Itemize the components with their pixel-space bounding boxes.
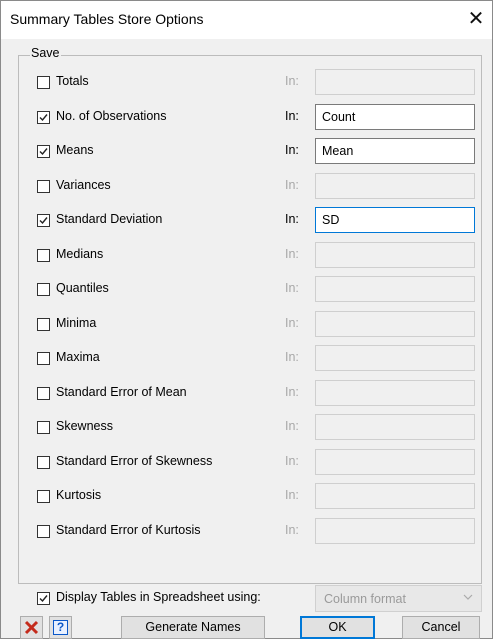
quantiles-checkbox[interactable] (37, 283, 50, 296)
check-icon (39, 217, 48, 225)
option-row-totals: Totals In: (37, 69, 477, 97)
means-name-field[interactable]: Mean (315, 138, 475, 164)
variances-name-field[interactable] (315, 172, 475, 199)
means-checkbox[interactable] (37, 145, 50, 158)
medians-checkbox[interactable] (37, 248, 50, 262)
chevron-down-icon (463, 594, 473, 600)
quantiles-label: Quantiles (56, 281, 109, 295)
help-icon: ? (53, 620, 68, 635)
option-row-medians: Medians In: (37, 241, 477, 270)
standard-error-of-skewness-in-label: In: (285, 453, 299, 468)
title-bar: Summary Tables Store Options ✕ (1, 1, 492, 39)
variances-in-label: In: (285, 177, 299, 192)
totals-name-field[interactable] (315, 69, 475, 95)
standard-error-of-kurtosis-name-field[interactable] (315, 517, 475, 544)
ok-button[interactable]: OK (300, 616, 375, 639)
totals-checkbox[interactable] (37, 76, 50, 89)
display-tables-label: Display Tables in Spreadsheet using: (56, 590, 261, 604)
save-group-label: Save (30, 46, 61, 60)
minima-checkbox[interactable] (37, 317, 50, 331)
check-icon (39, 148, 48, 156)
maxima-checkbox[interactable] (37, 352, 50, 365)
check-icon (39, 595, 48, 603)
standard-error-of-mean-in-label: In: (285, 384, 299, 399)
display-tables-checkbox[interactable] (37, 592, 50, 605)
cancel-button[interactable]: Cancel (402, 616, 480, 639)
no-of-observations-name-field[interactable]: Count (315, 103, 475, 130)
standard-error-of-skewness-label: Standard Error of Skewness (56, 453, 213, 468)
standard-error-of-mean-name-field[interactable] (315, 379, 475, 406)
option-row-standard-error-of-mean: Standard Error of Mean In: (37, 379, 477, 408)
totals-label: Totals (56, 74, 89, 88)
option-row-minima: Minima In: (37, 310, 477, 339)
standard-error-of-skewness-name-field[interactable] (315, 448, 475, 475)
medians-in-label: In: (285, 246, 299, 261)
maxima-label: Maxima (56, 350, 100, 364)
skewness-checkbox[interactable] (37, 421, 50, 434)
close-icon[interactable]: ✕ (463, 6, 489, 32)
cancel-icon-button[interactable] (20, 616, 43, 639)
option-row-skewness: Skewness In: (37, 414, 477, 442)
no-of-observations-checkbox[interactable] (37, 110, 50, 124)
standard-deviation-checkbox[interactable] (37, 214, 50, 227)
variances-label: Variances (56, 177, 111, 192)
medians-label: Medians (56, 246, 104, 261)
maxima-name-field[interactable] (315, 345, 475, 371)
skewness-name-field[interactable] (315, 414, 475, 440)
option-row-standard-error-of-skewness: Standard Error of Skewness In: (37, 448, 477, 477)
format-select[interactable]: Column format (315, 585, 482, 612)
standard-deviation-label: Standard Deviation (56, 212, 163, 226)
means-in-label: In: (285, 143, 299, 157)
means-label: Means (56, 143, 94, 157)
quantiles-name-field[interactable] (315, 276, 475, 302)
option-row-standard-error-of-kurtosis: Standard Error of Kurtosis In: (37, 517, 477, 546)
totals-in-label: In: (285, 74, 299, 88)
kurtosis-label: Kurtosis (56, 488, 102, 502)
red-x-icon (24, 620, 39, 635)
minima-in-label: In: (285, 315, 299, 330)
skewness-label: Skewness (56, 419, 113, 433)
skewness-in-label: In: (285, 419, 299, 433)
option-row-variances: Variances In: (37, 172, 477, 201)
no-of-observations-label: No. of Observations (56, 108, 167, 123)
window-title: Summary Tables Store Options (10, 11, 204, 27)
option-row-maxima: Maxima In: (37, 345, 477, 373)
format-select-value: Column format (324, 592, 406, 606)
standard-error-of-kurtosis-checkbox[interactable] (37, 524, 50, 538)
minima-name-field[interactable] (315, 310, 475, 337)
no-of-observations-in-label: In: (285, 108, 299, 123)
standard-deviation-in-label: In: (285, 212, 299, 226)
option-row-standard-deviation: Standard Deviation In: SD (37, 207, 477, 235)
generate-names-button[interactable]: Generate Names (121, 616, 265, 639)
standard-error-of-kurtosis-label: Standard Error of Kurtosis (56, 522, 201, 537)
standard-error-of-skewness-checkbox[interactable] (37, 455, 50, 469)
standard-error-of-mean-checkbox[interactable] (37, 386, 50, 400)
help-button[interactable]: ? (49, 616, 72, 639)
standard-error-of-kurtosis-in-label: In: (285, 522, 299, 537)
standard-deviation-name-field[interactable]: SD (315, 207, 475, 233)
maxima-in-label: In: (285, 350, 299, 364)
check-icon (39, 113, 48, 121)
kurtosis-checkbox[interactable] (37, 490, 50, 503)
option-row-no-of-observations: No. of Observations In: Count (37, 103, 477, 132)
minima-label: Minima (56, 315, 97, 330)
kurtosis-in-label: In: (285, 488, 299, 502)
variances-checkbox[interactable] (37, 179, 50, 193)
option-row-means: Means In: Mean (37, 138, 477, 166)
medians-name-field[interactable] (315, 241, 475, 268)
option-row-quantiles: Quantiles In: (37, 276, 477, 304)
standard-error-of-mean-label: Standard Error of Mean (56, 384, 187, 399)
option-row-kurtosis: Kurtosis In: (37, 483, 477, 511)
kurtosis-name-field[interactable] (315, 483, 475, 509)
quantiles-in-label: In: (285, 281, 299, 295)
